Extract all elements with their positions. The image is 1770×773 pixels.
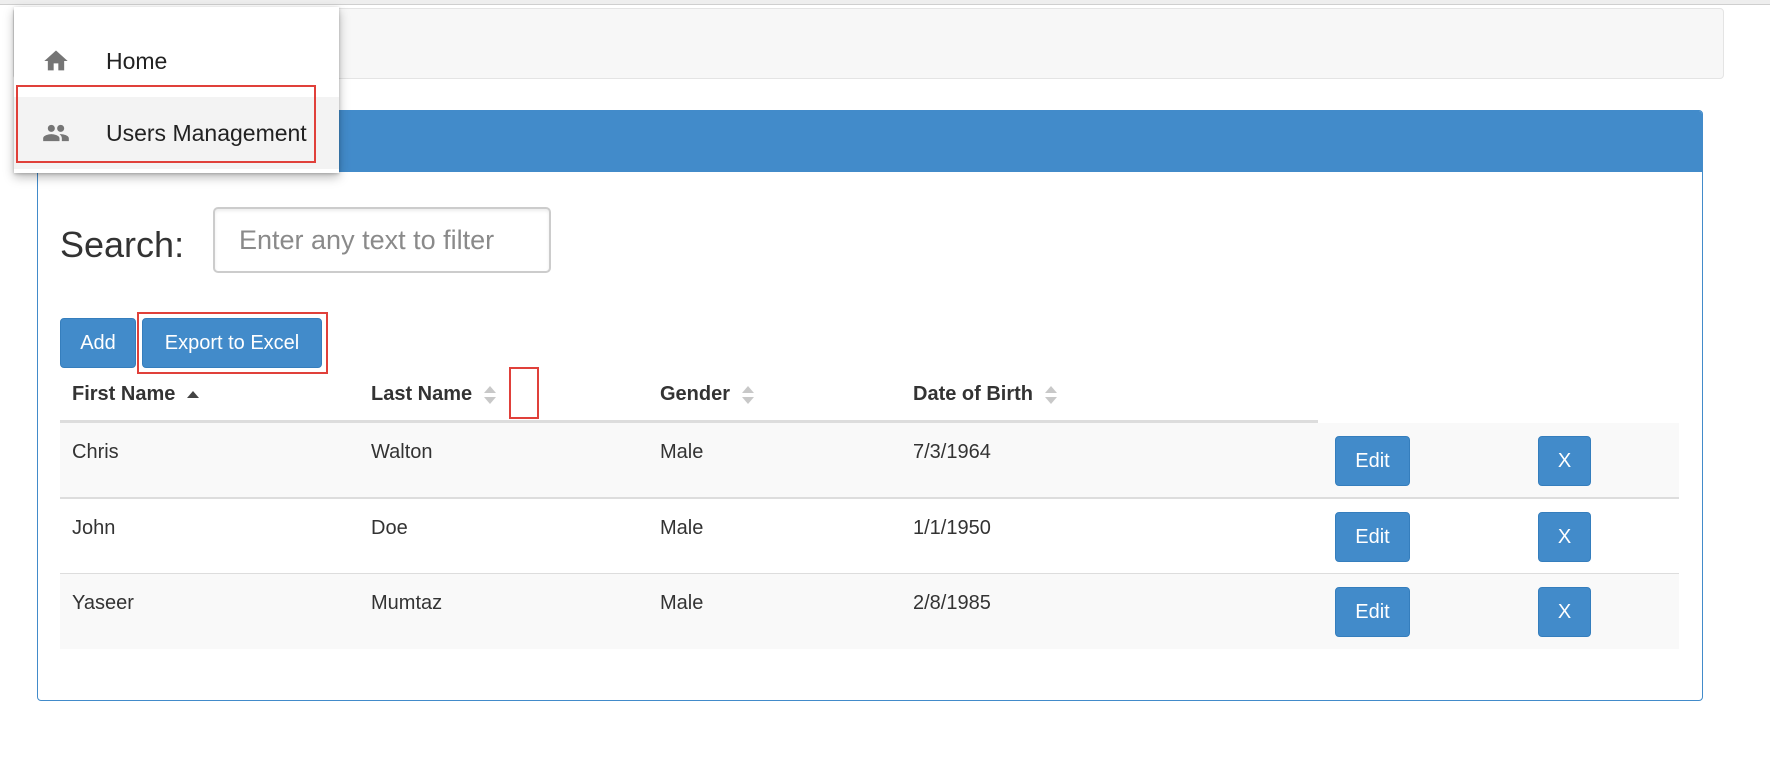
delete-button[interactable]: X: [1538, 436, 1591, 486]
cell-gender: Male: [660, 592, 704, 614]
column-header-gender[interactable]: Gender: [660, 383, 755, 406]
column-header-last-name[interactable]: Last Name: [371, 383, 497, 406]
edit-button[interactable]: Edit: [1335, 436, 1410, 486]
cell-last-name: Doe: [371, 517, 408, 539]
column-header-label: Last Name: [371, 383, 473, 405]
edit-button[interactable]: Edit: [1335, 512, 1410, 562]
search-label: Search:: [60, 224, 185, 265]
cell-date-of-birth: 2/8/1985: [913, 592, 991, 614]
menu-item-label: Users Management: [106, 119, 307, 146]
search-input[interactable]: [213, 207, 551, 273]
cell-gender: Male: [660, 441, 704, 463]
cell-date-of-birth: 1/1/1950: [913, 517, 991, 539]
sort-ascending-icon: [187, 390, 200, 398]
menu-item-users-management[interactable]: Users Management: [14, 97, 339, 169]
column-header-first-name[interactable]: First Name: [72, 383, 200, 406]
browser-top-edge: [0, 0, 1770, 5]
menu-item-home[interactable]: Home: [14, 25, 339, 97]
cell-gender: Male: [660, 517, 704, 539]
column-header-label: First Name: [72, 383, 176, 405]
delete-button[interactable]: X: [1538, 512, 1591, 562]
home-icon: [44, 50, 68, 71]
cell-last-name: Walton: [371, 441, 433, 463]
sort-highlight-box: [509, 367, 539, 419]
table-row: Chris Walton Male 7/3/1964 Edit X: [60, 423, 1679, 498]
table-row: Yaseer Mumtaz Male 2/8/1985 Edit X: [60, 574, 1679, 649]
users-icon: [43, 124, 69, 142]
column-header-date-of-birth[interactable]: Date of Birth: [913, 383, 1058, 406]
edit-button[interactable]: Edit: [1335, 587, 1410, 637]
users-panel: Search: Add Export to Excel First Name L…: [37, 110, 1703, 701]
column-header-label: Date of Birth: [913, 383, 1033, 405]
sort-unsorted-icon[interactable]: [741, 384, 755, 406]
cell-date-of-birth: 7/3/1964: [913, 441, 991, 463]
sort-unsorted-icon[interactable]: [483, 384, 497, 406]
add-button[interactable]: Add: [60, 318, 136, 368]
menu-item-label: Home: [106, 47, 168, 74]
cell-first-name: Chris: [72, 441, 119, 463]
cell-first-name: John: [72, 517, 116, 539]
table-row: John Doe Male 1/1/1950 Edit X: [60, 499, 1679, 574]
column-header-label: Gender: [660, 383, 731, 405]
cell-first-name: Yaseer: [72, 592, 134, 614]
sort-unsorted-icon[interactable]: [1044, 384, 1058, 406]
export-to-excel-button[interactable]: Export to Excel: [142, 318, 322, 368]
navigation-dropdown-menu: Home Users Management: [14, 7, 339, 173]
delete-button[interactable]: X: [1538, 587, 1591, 637]
cell-last-name: Mumtaz: [371, 592, 443, 614]
